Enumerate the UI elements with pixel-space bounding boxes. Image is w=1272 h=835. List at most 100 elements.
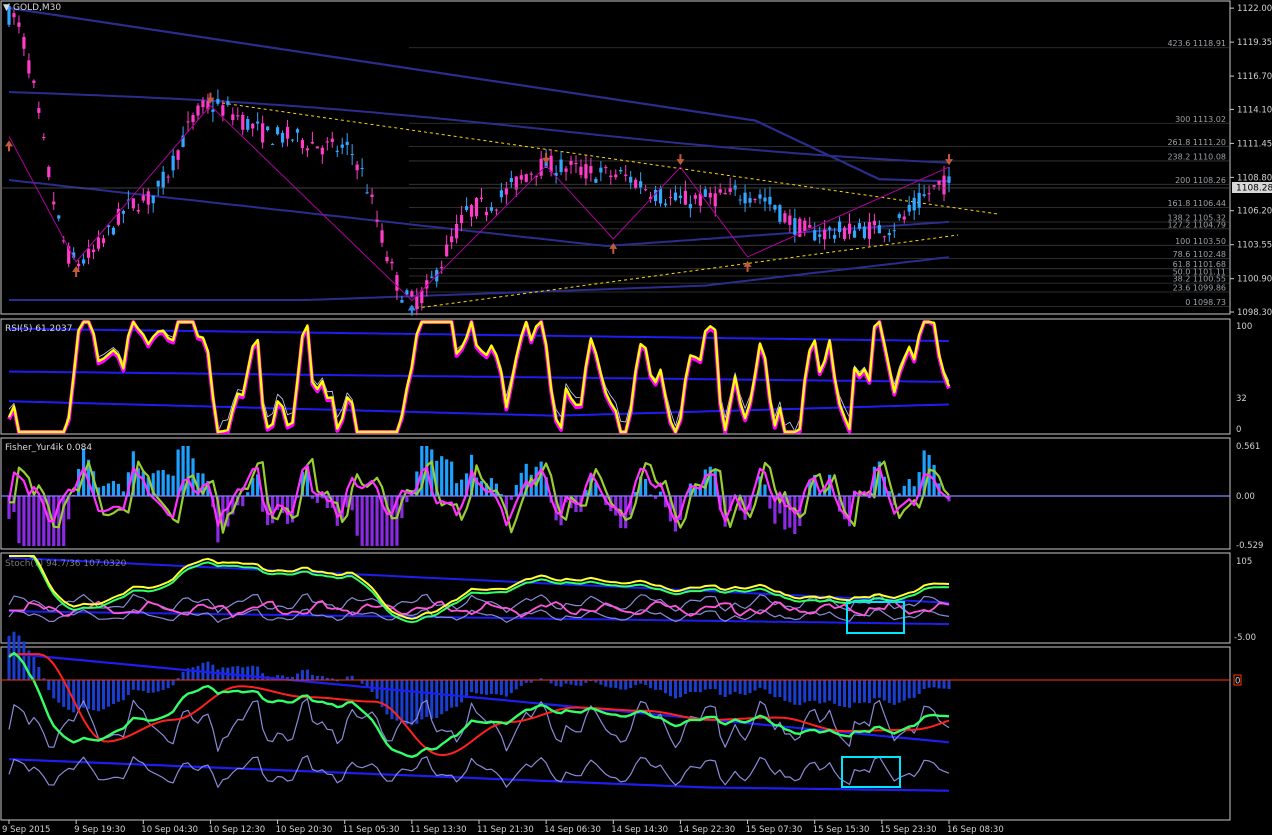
- candle-body: [768, 196, 772, 205]
- fib-level-label: 127.2 1104.79: [1167, 220, 1226, 229]
- oscillator-hist-bar: [111, 680, 115, 704]
- candle-body: [818, 234, 822, 237]
- time-axis-label: 9 Sep 2015: [2, 825, 50, 835]
- candle-body: [405, 290, 409, 295]
- candle-body: [872, 220, 876, 226]
- candle-body: [877, 225, 881, 234]
- candle-body: [892, 230, 896, 232]
- dropdown-arrow-icon[interactable]: ▼: [3, 3, 10, 13]
- fisher-hist-bar: [405, 496, 409, 503]
- oscillator-hist-bar: [52, 680, 56, 699]
- fisher-hist-bar: [390, 496, 394, 546]
- stoch-level-bottom: -5.00: [1234, 633, 1256, 643]
- oscillator-hist-bar: [375, 680, 379, 699]
- oscillator-hist-bar: [420, 680, 424, 720]
- fisher-hist-bar: [161, 469, 165, 496]
- oscillator-hist-bar: [624, 680, 628, 690]
- oscillator-hist-bar: [713, 680, 717, 690]
- oscillator-hist-bar: [126, 680, 130, 696]
- oscillator-hist-bar: [922, 680, 926, 689]
- rsi-title: RSI(5) 61.2037: [5, 324, 72, 334]
- candle-body: [783, 213, 787, 223]
- oscillator-hist-bar: [246, 666, 250, 680]
- candle-body: [867, 222, 872, 239]
- candle-body: [778, 205, 782, 222]
- trading-chart[interactable]: 423.6 1118.91 300 1113.02 261.8 1111.20 238…: [0, 0, 1272, 835]
- price-axis-label: 1114.10: [1237, 105, 1272, 115]
- oscillator-hist-bar: [121, 680, 125, 701]
- candle-body: [42, 137, 46, 139]
- rsi-panel[interactable]: RSI(5) 61.2037 100 32 0: [0, 318, 1252, 435]
- oscillator-hist-bar: [310, 674, 314, 680]
- oscillator-hist-bar: [808, 680, 812, 702]
- candle-body: [111, 227, 116, 235]
- oscillator-hist-bar: [315, 676, 319, 680]
- fisher-hist-bar: [445, 459, 449, 496]
- oscillator-hist-bar: [300, 670, 304, 680]
- candle-body: [614, 174, 618, 178]
- price-axis-label: 1098.30: [1237, 308, 1272, 318]
- candle-body: [52, 201, 56, 205]
- candle-body: [529, 173, 533, 175]
- oscillator-hist-bar: [867, 680, 871, 704]
- fisher-hist-bar: [17, 496, 21, 544]
- fisher-hist-bar: [27, 496, 31, 546]
- oscillator-hist-bar: [400, 680, 404, 723]
- candle-body: [121, 210, 125, 214]
- time-axis-label: 14 Sep 06:30: [544, 825, 601, 835]
- candle-body: [350, 153, 354, 155]
- oscillator-hist-bar: [116, 680, 120, 702]
- main-price-panel[interactable]: 423.6 1118.91 300 1113.02 261.8 1111.20 238…: [0, 0, 1272, 318]
- candle-body: [131, 198, 135, 209]
- oscillator-hist-bar: [838, 680, 842, 706]
- fisher-hist-bar: [902, 485, 906, 496]
- candle-body: [285, 126, 290, 139]
- oscillator-hist-bar: [410, 680, 414, 726]
- oscillator-hist-bar: [475, 680, 479, 694]
- fisher-hist-bar: [37, 496, 41, 546]
- candle-body: [852, 230, 857, 238]
- stoch-panel[interactable]: Stoch(7) 94.7/36 107.0320 105 -5.00: [0, 552, 1256, 644]
- oscillator-hist-bar: [673, 680, 677, 699]
- candle-body: [261, 123, 265, 143]
- candle-body: [673, 192, 678, 201]
- price-axis-label: 1100.90: [1237, 275, 1272, 285]
- oscillator-hist-bar: [793, 680, 797, 705]
- candle-body: [211, 109, 215, 112]
- oscillator-panel[interactable]: 0: [0, 631, 1242, 821]
- candle-body: [216, 98, 220, 104]
- oscillator-hist-bar: [425, 680, 429, 717]
- oscillator-hist-bar: [659, 680, 663, 690]
- candle-body: [927, 193, 931, 195]
- oscillator-hist-bar: [564, 680, 568, 684]
- oscillator-hist-bar: [47, 680, 51, 690]
- oscillator-hist-bar: [465, 680, 469, 698]
- candle-body: [226, 101, 230, 105]
- candle-body: [917, 192, 921, 208]
- price-axis-label: 1103.55: [1237, 241, 1272, 251]
- oscillator-hist-bar: [97, 680, 101, 712]
- oscillator-hist-bar: [892, 680, 896, 705]
- oscillator-hist-bar: [504, 680, 508, 697]
- candle-body: [256, 121, 260, 124]
- fisher-panel[interactable]: Fisher_Yur4ik 0.084 0.561 0.00 -0.529: [0, 437, 1263, 551]
- fisher-hist-bar: [176, 449, 180, 496]
- candle-body: [579, 166, 583, 175]
- candle-body: [275, 127, 280, 135]
- oscillator-hist-bar: [191, 667, 195, 680]
- oscillator-hist-bar: [748, 680, 752, 694]
- candle-body: [539, 158, 543, 176]
- symbol-title: GOLD,M30: [13, 3, 61, 13]
- price-axis-label: 1111.45: [1237, 139, 1272, 149]
- fib-level-label: 238.2 1110.08: [1167, 152, 1226, 161]
- candle-body: [161, 171, 165, 188]
- fisher-hist-bar: [171, 475, 175, 496]
- candle-body: [773, 205, 777, 210]
- candle-body: [559, 159, 563, 173]
- fisher-hist-bar: [370, 496, 374, 546]
- oscillator-hist-bar: [778, 680, 782, 697]
- candle-body: [803, 220, 807, 231]
- oscillator-hist-bar: [569, 680, 573, 685]
- candle-body: [375, 219, 379, 222]
- oscillator-hist-bar: [87, 680, 91, 710]
